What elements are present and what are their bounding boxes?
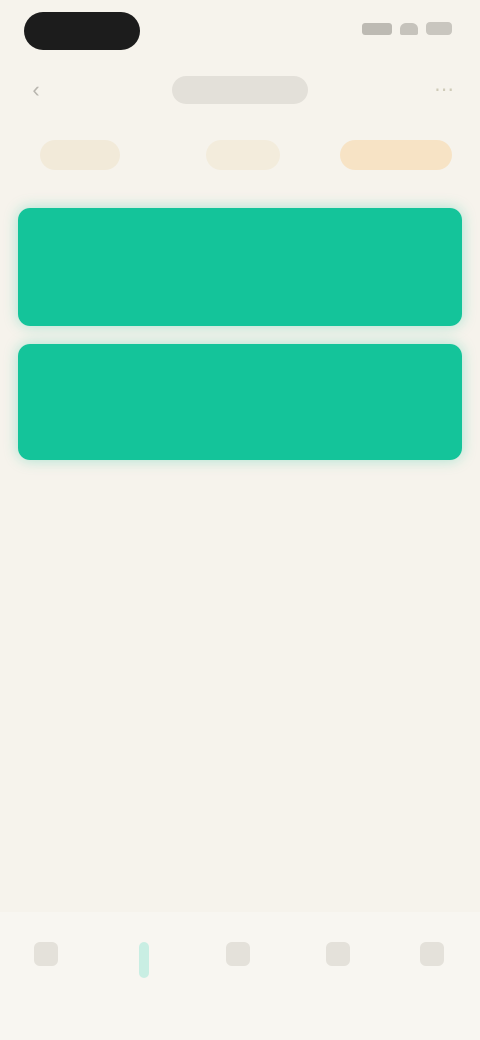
tab-3-active[interactable] bbox=[340, 140, 452, 170]
profile-icon bbox=[420, 942, 444, 966]
wifi-icon bbox=[400, 22, 418, 35]
bottom-tab-bar bbox=[0, 912, 480, 1040]
battery-icon bbox=[426, 22, 452, 35]
more-icon[interactable]: ⋯ bbox=[430, 78, 458, 102]
bookmark-icon bbox=[139, 942, 149, 978]
status-icons bbox=[362, 22, 452, 35]
nav-header: ‹ ⋯ bbox=[0, 66, 480, 114]
tab-bar-label bbox=[16, 976, 76, 992]
tab-strip bbox=[0, 128, 480, 182]
tab-bar-label bbox=[308, 976, 368, 992]
page-title bbox=[172, 76, 308, 104]
tab-bar-item-grid[interactable] bbox=[208, 936, 268, 1006]
status-time-pill bbox=[24, 12, 140, 50]
feature-card-1[interactable] bbox=[18, 208, 462, 326]
tab-bar-label bbox=[402, 976, 462, 992]
tab-bar-label bbox=[114, 976, 174, 992]
feature-card-2[interactable] bbox=[18, 344, 462, 460]
tab-bar-label bbox=[208, 976, 268, 992]
tab-1[interactable] bbox=[40, 140, 120, 170]
grid-icon bbox=[226, 942, 250, 966]
app-screen: ‹ ⋯ bbox=[0, 0, 480, 1040]
tab-bar-item-message[interactable] bbox=[308, 936, 368, 1006]
tab-bar-item-bookmark[interactable] bbox=[114, 936, 174, 1006]
cellular-signal-icon bbox=[362, 22, 392, 35]
message-icon bbox=[326, 942, 350, 966]
back-arrow-icon[interactable]: ‹ bbox=[22, 78, 50, 102]
tab-bar-item-profile[interactable] bbox=[402, 936, 462, 1006]
tab-bar-item-home[interactable] bbox=[16, 936, 76, 1006]
tab-2[interactable] bbox=[206, 140, 280, 170]
status-bar bbox=[0, 0, 480, 60]
home-icon bbox=[34, 942, 58, 966]
